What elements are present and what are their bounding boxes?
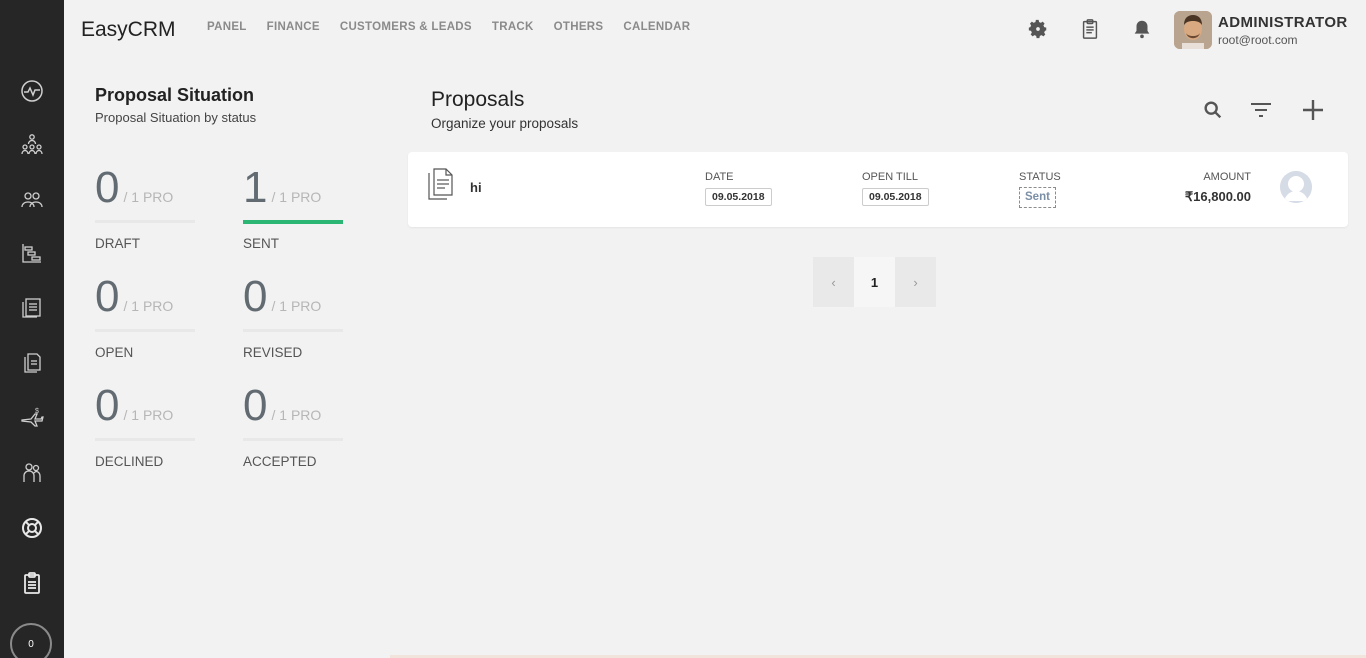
filter-icon[interactable] bbox=[1249, 98, 1273, 122]
search-icon[interactable] bbox=[1201, 98, 1225, 122]
clipboard-list-icon[interactable] bbox=[1079, 18, 1101, 40]
topbar: EasyCRM PANEL FINANCE CUSTOMERS & LEADS … bbox=[64, 0, 1366, 60]
next-page-button[interactable]: › bbox=[895, 257, 936, 307]
stat-sent[interactable]: 1/ 1 PRO SENT bbox=[243, 163, 343, 251]
proposal-name[interactable]: hi bbox=[470, 180, 482, 195]
stat-label: ACCEPTED bbox=[243, 454, 317, 469]
gear-icon[interactable] bbox=[1027, 18, 1049, 40]
stats-subtitle: Proposal Situation by status bbox=[95, 110, 257, 125]
stat-of: / 1 PRO bbox=[271, 298, 322, 314]
stat-bar bbox=[95, 438, 195, 441]
stat-of: / 1 PRO bbox=[271, 189, 322, 205]
proposal-row[interactable]: hi DATE 09.05.2018 OPEN TILL 09.05.2018 … bbox=[408, 152, 1348, 227]
stat-label: DECLINED bbox=[95, 454, 164, 469]
date-label: DATE bbox=[705, 171, 734, 183]
brand-logo[interactable]: EasyCRM bbox=[81, 18, 176, 42]
stat-bar bbox=[243, 329, 343, 332]
proposal-date: 09.05.2018 bbox=[705, 188, 772, 206]
stat-declined[interactable]: 0/ 1 PRO DECLINED bbox=[95, 381, 195, 469]
stat-of: / 1 PRO bbox=[123, 407, 174, 423]
bell-icon[interactable] bbox=[1131, 18, 1153, 40]
status-label: STATUS bbox=[1019, 171, 1061, 183]
pulse-icon[interactable] bbox=[20, 79, 44, 103]
svg-text:$: $ bbox=[35, 408, 39, 415]
stat-bar bbox=[95, 220, 195, 223]
status-badge: Sent bbox=[1019, 187, 1056, 208]
stat-of: / 1 PRO bbox=[123, 298, 174, 314]
nav-panel[interactable]: PANEL bbox=[207, 21, 247, 33]
org-chart-icon[interactable] bbox=[20, 133, 44, 157]
prev-page-button[interactable]: ‹ bbox=[813, 257, 854, 307]
stat-count: 0 bbox=[95, 163, 120, 212]
copy-icon[interactable] bbox=[20, 351, 44, 375]
stat-draft[interactable]: 0/ 1 PRO DRAFT bbox=[95, 163, 195, 251]
avatar[interactable] bbox=[1174, 11, 1212, 49]
user-name[interactable]: ADMINISTRATOR bbox=[1218, 14, 1348, 31]
plane-money-icon[interactable]: $ bbox=[20, 406, 44, 430]
document-icon bbox=[425, 168, 455, 200]
nav-calendar[interactable]: CALENDAR bbox=[623, 21, 690, 33]
documents-icon[interactable] bbox=[20, 296, 44, 320]
stats-title: Proposal Situation bbox=[95, 85, 255, 105]
stat-count: 0 bbox=[95, 381, 120, 430]
stat-bar bbox=[243, 438, 343, 441]
nav-others[interactable]: OTHERS bbox=[554, 21, 604, 33]
stat-label: DRAFT bbox=[95, 236, 140, 251]
gantt-icon[interactable] bbox=[20, 241, 44, 265]
add-icon[interactable] bbox=[1301, 98, 1325, 122]
stat-accepted[interactable]: 0/ 1 PRO ACCEPTED bbox=[243, 381, 343, 469]
page-1-button[interactable]: 1 bbox=[854, 257, 895, 307]
page-subtitle: Organize your proposals bbox=[431, 116, 579, 131]
page-title: Proposals bbox=[431, 88, 525, 111]
stat-bar bbox=[243, 220, 343, 224]
stat-of: / 1 PRO bbox=[271, 407, 322, 423]
stat-revised[interactable]: 0/ 1 PRO REVISED bbox=[243, 272, 343, 360]
notification-counter[interactable]: 0 bbox=[10, 623, 52, 658]
proposal-open-till: 09.05.2018 bbox=[862, 188, 929, 206]
stat-count: 1 bbox=[243, 163, 268, 212]
lifebuoy-icon[interactable] bbox=[20, 516, 44, 540]
stat-label: OPEN bbox=[95, 345, 134, 360]
stat-open[interactable]: 0/ 1 PRO OPEN bbox=[95, 272, 195, 360]
stat-label: SENT bbox=[243, 236, 280, 251]
stat-count: 0 bbox=[95, 272, 120, 321]
stat-of: / 1 PRO bbox=[123, 189, 174, 205]
stat-count: 0 bbox=[243, 272, 268, 321]
stat-bar bbox=[95, 329, 195, 332]
users-icon[interactable] bbox=[20, 187, 44, 211]
main-nav: PANEL FINANCE CUSTOMERS & LEADS TRACK OT… bbox=[207, 21, 710, 33]
nav-finance[interactable]: FINANCE bbox=[267, 21, 320, 33]
proposal-amount: ₹16,800.00 bbox=[1184, 189, 1251, 204]
clipboard-icon[interactable] bbox=[20, 571, 44, 595]
amount-label: AMOUNT bbox=[1203, 171, 1251, 183]
sidebar: $ 0 bbox=[0, 0, 64, 658]
nav-track[interactable]: TRACK bbox=[492, 21, 534, 33]
pagination: ‹ 1 › bbox=[813, 257, 936, 307]
open-till-label: OPEN TILL bbox=[862, 171, 919, 183]
stat-count: 0 bbox=[243, 381, 268, 430]
nav-customers-leads[interactable]: CUSTOMERS & LEADS bbox=[340, 21, 472, 33]
stat-label: REVISED bbox=[243, 345, 303, 360]
people-icon[interactable] bbox=[20, 461, 44, 485]
assignee-avatar[interactable] bbox=[1280, 171, 1312, 203]
user-email: root@root.com bbox=[1218, 33, 1298, 47]
